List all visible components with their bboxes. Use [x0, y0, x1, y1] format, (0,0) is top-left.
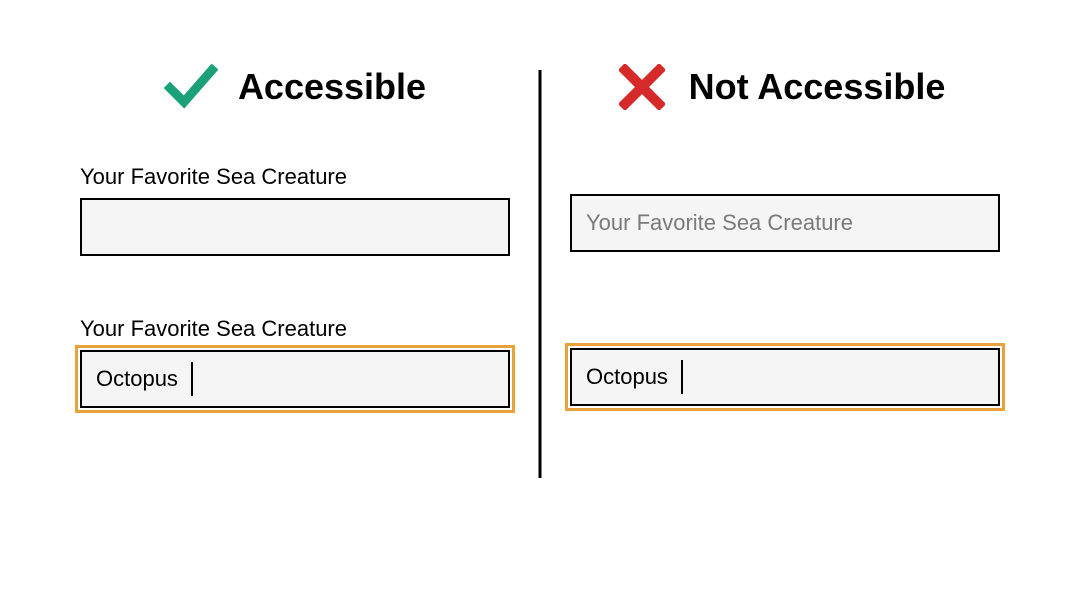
accessible-column: Accessible Your Favorite Sea Creature Yo…: [50, 60, 540, 568]
accessible-empty-group: Your Favorite Sea Creature: [80, 164, 510, 256]
accessible-header: Accessible: [80, 60, 510, 114]
checkmark-icon: [164, 60, 218, 114]
not-accessible-filled-group: [570, 348, 1000, 406]
spacer: [570, 164, 1000, 194]
not-accessible-column: Not Accessible: [540, 60, 1030, 568]
accessible-heading: Accessible: [238, 66, 426, 108]
accessible-filled-group: Your Favorite Sea Creature: [80, 316, 510, 408]
vertical-divider: [539, 70, 542, 478]
accessible-empty-label: Your Favorite Sea Creature: [80, 164, 510, 190]
comparison-container: Accessible Your Favorite Sea Creature Yo…: [0, 0, 1080, 608]
not-accessible-placeholder-input[interactable]: [570, 194, 1000, 252]
accessible-filled-label: Your Favorite Sea Creature: [80, 316, 510, 342]
accessible-filled-wrapper: [80, 350, 510, 408]
not-accessible-placeholder-group: [570, 194, 1000, 252]
not-accessible-header: Not Accessible: [570, 60, 1000, 114]
not-accessible-heading: Not Accessible: [689, 66, 946, 108]
x-icon: [615, 60, 669, 114]
accessible-empty-input[interactable]: [80, 198, 510, 256]
not-accessible-filled-input[interactable]: [570, 348, 1000, 406]
accessible-filled-input[interactable]: [80, 350, 510, 408]
not-accessible-filled-wrapper: [570, 348, 1000, 406]
